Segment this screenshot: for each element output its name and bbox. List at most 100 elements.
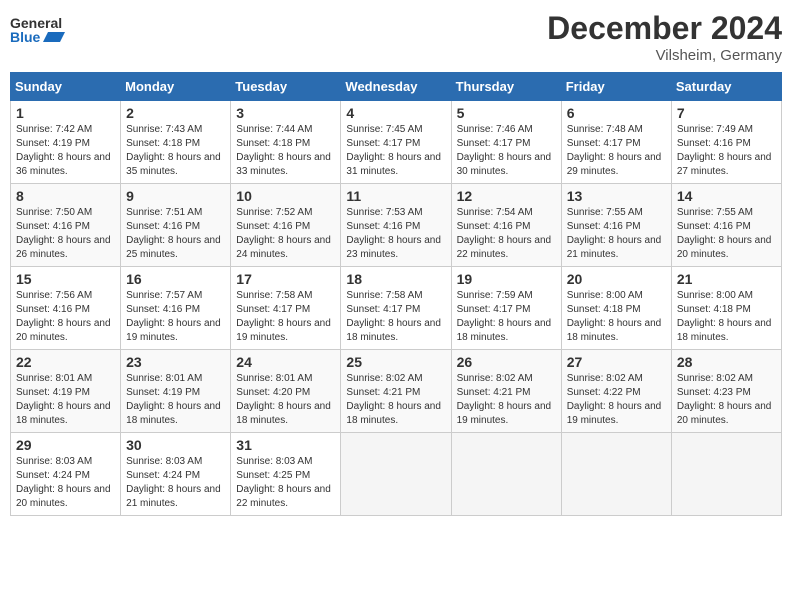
day-detail: Sunrise: 8:02 AMSunset: 4:21 PMDaylight:… <box>346 372 445 428</box>
day-number: 28 <box>677 354 776 370</box>
day-detail: Sunrise: 8:03 AMSunset: 4:24 PMDaylight:… <box>16 455 115 511</box>
day-number: 19 <box>457 271 556 287</box>
day-detail: Sunrise: 7:59 AMSunset: 4:17 PMDaylight:… <box>457 289 556 345</box>
day-header-thursday: Thursday <box>451 73 561 101</box>
day-number: 26 <box>457 354 556 370</box>
calendar-cell: 13 Sunrise: 7:55 AMSunset: 4:16 PMDayligh… <box>561 184 671 267</box>
day-detail: Sunrise: 7:58 AMSunset: 4:17 PMDaylight:… <box>346 289 445 345</box>
calendar-cell: 25 Sunrise: 8:02 AMSunset: 4:21 PMDayligh… <box>341 350 451 433</box>
calendar-cell: 8 Sunrise: 7:50 AMSunset: 4:16 PMDaylight… <box>11 184 121 267</box>
calendar-cell: 31Sunrise: 8:03 AMSunset: 4:25 PMDayligh… <box>231 433 341 516</box>
calendar-cell: 1 Sunrise: 7:42 AMSunset: 4:19 PMDaylight… <box>11 101 121 184</box>
day-detail: Sunrise: 7:43 AMSunset: 4:18 PMDaylight:… <box>126 123 225 179</box>
day-detail: Sunrise: 7:48 AMSunset: 4:17 PMDaylight:… <box>567 123 666 179</box>
day-header-sunday: Sunday <box>11 73 121 101</box>
day-detail: Sunrise: 8:00 AMSunset: 4:18 PMDaylight:… <box>677 289 776 345</box>
day-number: 14 <box>677 188 776 204</box>
svg-text:Blue: Blue <box>10 29 41 45</box>
calendar-cell: 24 Sunrise: 8:01 AMSunset: 4:20 PMDayligh… <box>231 350 341 433</box>
day-number: 13 <box>567 188 666 204</box>
day-number: 5 <box>457 105 556 121</box>
logo: General Blue <box>10 10 65 50</box>
calendar-cell <box>341 433 451 516</box>
day-detail: Sunrise: 7:51 AMSunset: 4:16 PMDaylight:… <box>126 206 225 262</box>
day-number: 11 <box>346 188 445 204</box>
location-subtitle: Vilsheim, Germany <box>547 47 782 64</box>
calendar-cell: 5 Sunrise: 7:46 AMSunset: 4:17 PMDaylight… <box>451 101 561 184</box>
calendar-cell <box>451 433 561 516</box>
day-number: 2 <box>126 105 225 121</box>
day-number: 20 <box>567 271 666 287</box>
calendar-cell: 16 Sunrise: 7:57 AMSunset: 4:16 PMDayligh… <box>121 267 231 350</box>
day-header-saturday: Saturday <box>671 73 781 101</box>
calendar-cell: 19 Sunrise: 7:59 AMSunset: 4:17 PMDayligh… <box>451 267 561 350</box>
calendar-cell: 30 Sunrise: 8:03 AMSunset: 4:24 PMDayligh… <box>121 433 231 516</box>
page-header: General Blue December 2024 Vilsheim, Ger… <box>10 10 782 64</box>
month-year-title: December 2024 <box>547 10 782 47</box>
day-header-friday: Friday <box>561 73 671 101</box>
day-number: 7 <box>677 105 776 121</box>
day-number: 21 <box>677 271 776 287</box>
day-number: 10 <box>236 188 335 204</box>
day-number: 24 <box>236 354 335 370</box>
day-number: 12 <box>457 188 556 204</box>
calendar-cell: 29 Sunrise: 8:03 AMSunset: 4:24 PMDayligh… <box>11 433 121 516</box>
calendar-cell: 14 Sunrise: 7:55 AMSunset: 4:16 PMDayligh… <box>671 184 781 267</box>
day-detail: Sunrise: 7:55 AMSunset: 4:16 PMDaylight:… <box>567 206 666 262</box>
day-detail: Sunrise: 7:56 AMSunset: 4:16 PMDaylight:… <box>16 289 115 345</box>
day-number: 9 <box>126 188 225 204</box>
day-number: 25 <box>346 354 445 370</box>
day-number: 1 <box>16 105 115 121</box>
calendar-cell: 28 Sunrise: 8:02 AMSunset: 4:23 PMDayligh… <box>671 350 781 433</box>
day-number: 6 <box>567 105 666 121</box>
day-detail: Sunrise: 8:01 AMSunset: 4:20 PMDaylight:… <box>236 372 335 428</box>
day-number: 29 <box>16 437 115 453</box>
day-number: 22 <box>16 354 115 370</box>
day-detail: Sunrise: 7:44 AMSunset: 4:18 PMDaylight:… <box>236 123 335 179</box>
title-area: December 2024 Vilsheim, Germany <box>547 10 782 64</box>
day-number: 30 <box>126 437 225 453</box>
day-detail: Sunrise: 7:53 AMSunset: 4:16 PMDaylight:… <box>346 206 445 262</box>
calendar-cell: 20 Sunrise: 8:00 AMSunset: 4:18 PMDayligh… <box>561 267 671 350</box>
day-detail: Sunrise: 7:50 AMSunset: 4:16 PMDaylight:… <box>16 206 115 262</box>
day-number: 4 <box>346 105 445 121</box>
calendar-cell: 11 Sunrise: 7:53 AMSunset: 4:16 PMDayligh… <box>341 184 451 267</box>
calendar-cell <box>561 433 671 516</box>
day-detail: Sunrise: 8:02 AMSunset: 4:21 PMDaylight:… <box>457 372 556 428</box>
calendar-cell: 12 Sunrise: 7:54 AMSunset: 4:16 PMDayligh… <box>451 184 561 267</box>
day-detail: Sunrise: 7:54 AMSunset: 4:16 PMDaylight:… <box>457 206 556 262</box>
day-detail: Sunrise: 8:02 AMSunset: 4:23 PMDaylight:… <box>677 372 776 428</box>
calendar-cell: 4 Sunrise: 7:45 AMSunset: 4:17 PMDaylight… <box>341 101 451 184</box>
logo-icon: General Blue <box>10 10 65 50</box>
day-header-wednesday: Wednesday <box>341 73 451 101</box>
calendar-cell: 9 Sunrise: 7:51 AMSunset: 4:16 PMDaylight… <box>121 184 231 267</box>
day-detail: Sunrise: 7:57 AMSunset: 4:16 PMDaylight:… <box>126 289 225 345</box>
day-number: 17 <box>236 271 335 287</box>
day-detail: Sunrise: 7:42 AMSunset: 4:19 PMDaylight:… <box>16 123 115 179</box>
day-number: 27 <box>567 354 666 370</box>
day-number: 3 <box>236 105 335 121</box>
day-header-monday: Monday <box>121 73 231 101</box>
day-detail: Sunrise: 7:52 AMSunset: 4:16 PMDaylight:… <box>236 206 335 262</box>
day-number: 31 <box>236 437 335 453</box>
day-detail: Sunrise: 7:46 AMSunset: 4:17 PMDaylight:… <box>457 123 556 179</box>
day-detail: Sunrise: 7:55 AMSunset: 4:16 PMDaylight:… <box>677 206 776 262</box>
calendar-cell: 7 Sunrise: 7:49 AMSunset: 4:16 PMDaylight… <box>671 101 781 184</box>
day-number: 8 <box>16 188 115 204</box>
day-detail: Sunrise: 8:03 AMSunset: 4:24 PMDaylight:… <box>126 455 225 511</box>
day-detail: Sunrise: 7:58 AMSunset: 4:17 PMDaylight:… <box>236 289 335 345</box>
calendar-cell: 3 Sunrise: 7:44 AMSunset: 4:18 PMDaylight… <box>231 101 341 184</box>
day-number: 18 <box>346 271 445 287</box>
day-header-tuesday: Tuesday <box>231 73 341 101</box>
calendar-cell: 27Sunrise: 8:02 AMSunset: 4:22 PMDayligh… <box>561 350 671 433</box>
day-number: 16 <box>126 271 225 287</box>
calendar-cell: 26 Sunrise: 8:02 AMSunset: 4:21 PMDayligh… <box>451 350 561 433</box>
day-detail: Sunrise: 7:49 AMSunset: 4:16 PMDaylight:… <box>677 123 776 179</box>
calendar-cell: 15Sunrise: 7:56 AMSunset: 4:16 PMDayligh… <box>11 267 121 350</box>
day-detail: Sunrise: 8:00 AMSunset: 4:18 PMDaylight:… <box>567 289 666 345</box>
day-detail: Sunrise: 7:45 AMSunset: 4:17 PMDaylight:… <box>346 123 445 179</box>
day-detail: Sunrise: 8:01 AMSunset: 4:19 PMDaylight:… <box>126 372 225 428</box>
calendar-cell: 22Sunrise: 8:01 AMSunset: 4:19 PMDayligh… <box>11 350 121 433</box>
calendar-cell: 23Sunrise: 8:01 AMSunset: 4:19 PMDayligh… <box>121 350 231 433</box>
calendar-cell <box>671 433 781 516</box>
